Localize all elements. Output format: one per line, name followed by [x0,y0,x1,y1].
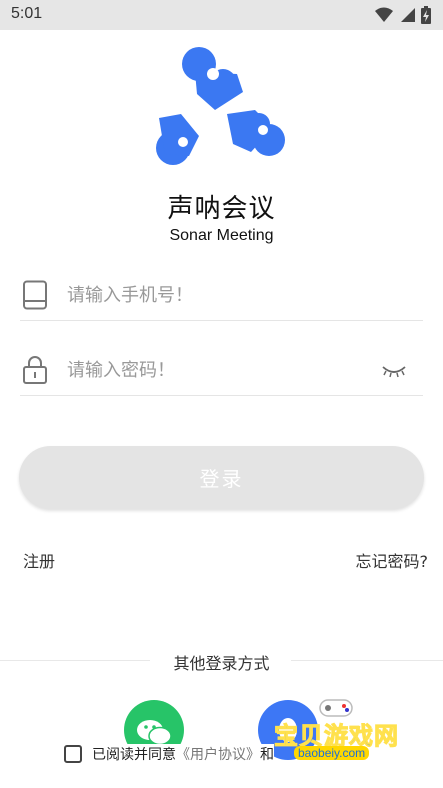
status-time: 5:01 [11,5,43,22]
watermark: 宝贝游戏网 baobeiy.com [266,694,416,774]
wifi-icon [375,7,393,22]
agreement-checkbox[interactable] [64,745,82,763]
password-field [20,343,423,396]
watermark-url: baobeiy.com [294,746,370,760]
battery-icon [421,6,431,24]
login-button[interactable]: 登录 [19,446,424,509]
other-login-label: 其他登录方式 [173,654,270,673]
app-title: 声呐会议 [167,194,276,224]
register-link[interactable]: 注册 [23,548,55,572]
app-subtitle: Sonar Meeting [169,227,274,244]
user-agreement-link[interactable]: 《用户协议》 [176,744,260,764]
forgot-password-link[interactable]: 忘记密码? [356,548,429,572]
password-input[interactable] [65,351,369,389]
status-icons [375,6,431,24]
agreement-row: 已阅读并同意 《用户协议》 和 [64,744,274,764]
eye-closed-icon[interactable] [381,363,407,379]
phone-field [20,268,423,321]
lock-icon [23,356,47,384]
phone-input[interactable] [65,276,369,314]
app-logo [156,47,285,165]
status-bar: 5:01 [0,0,443,30]
agreement-prefix: 已阅读并同意 [92,747,176,763]
phone-icon [23,280,47,310]
signal-icon [401,8,415,22]
